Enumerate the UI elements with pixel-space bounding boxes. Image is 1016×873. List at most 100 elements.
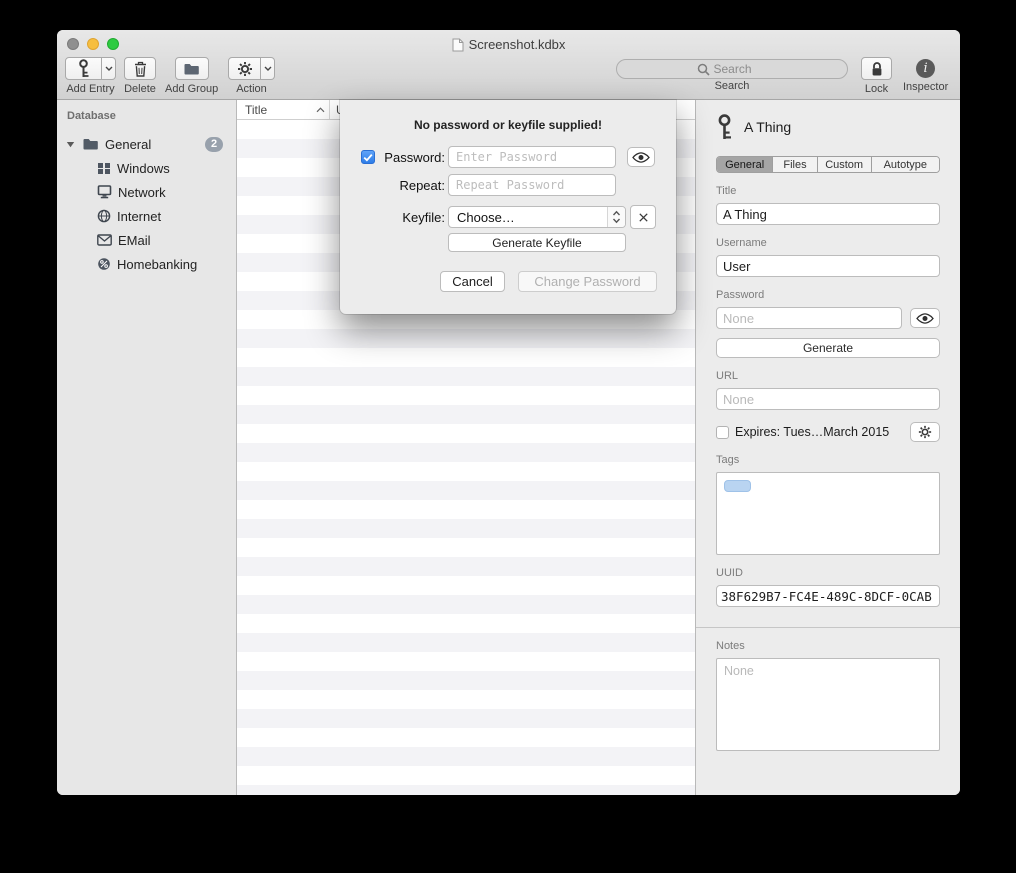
keyfile-label: Keyfile: [340, 210, 445, 225]
envelope-icon [97, 234, 112, 246]
globe-icon [97, 209, 111, 223]
keyfile-value: Choose… [457, 210, 515, 225]
reveal-password-button[interactable] [910, 308, 940, 328]
expires-label: Expires: Tues…March 2015 [735, 425, 889, 439]
lock-icon [870, 61, 884, 77]
inspector-label: Inspector [903, 81, 948, 93]
gear-icon [918, 425, 932, 439]
add-entry-button[interactable] [65, 57, 102, 80]
window-title: Screenshot.kdbx [469, 37, 566, 52]
keyfile-select[interactable]: Choose… [448, 206, 626, 228]
password-label: Password [716, 289, 940, 302]
delete-label: Delete [124, 83, 156, 95]
inspector-tabs: General Files Custom Autotype [716, 156, 940, 173]
windows-icon [97, 162, 111, 175]
delete-button[interactable] [124, 57, 156, 80]
password-label: Password: [340, 150, 445, 165]
expires-settings-button[interactable] [910, 422, 940, 442]
username-field[interactable] [716, 255, 940, 277]
sort-ascending-icon [316, 107, 325, 113]
generate-keyfile-button[interactable]: Generate Keyfile [448, 233, 626, 252]
sidebar-item-label: General [105, 137, 151, 152]
column-header-title[interactable]: Title [237, 100, 330, 119]
url-field[interactable] [716, 388, 940, 410]
repeat-label: Repeat: [340, 178, 445, 193]
sidebar-item-network[interactable]: Network [57, 180, 236, 204]
action-button[interactable] [228, 57, 261, 80]
password-input[interactable] [448, 146, 616, 168]
sidebar: Database General 2 Windows Network Inter… [57, 100, 237, 795]
change-password-dialog: No password or keyfile supplied! Passwor… [340, 100, 676, 314]
title-field[interactable] [716, 203, 940, 225]
inspector-entry-header: A Thing [716, 112, 940, 142]
sidebar-section-header: Database [57, 106, 236, 132]
inspector-panel: A Thing General Files Custom Autotype Ti… [695, 100, 960, 795]
tab-general[interactable]: General [717, 157, 772, 172]
search-input[interactable] [714, 62, 768, 76]
keyfile-clear-button[interactable] [630, 205, 656, 229]
toolbar-inspector-group: i Inspector [903, 57, 948, 93]
change-password-button[interactable]: Change Password [518, 271, 657, 292]
column-label: Title [245, 103, 267, 117]
window-chrome: Screenshot.kdbx Add Entry Delete [57, 30, 960, 100]
lock-label: Lock [865, 83, 888, 95]
entry-title: A Thing [744, 119, 791, 135]
search-label: Search [715, 80, 750, 92]
notes-label: Notes [716, 640, 940, 653]
toolbar-action-group: Action [228, 57, 275, 95]
action-dropdown-button[interactable] [261, 57, 275, 80]
percent-coin-icon [97, 257, 111, 271]
sidebar-item-general[interactable]: General 2 [57, 132, 236, 156]
notes-field[interactable]: None [716, 658, 940, 751]
tags-label: Tags [716, 454, 940, 467]
inspector-toggle-button[interactable]: i [916, 59, 935, 78]
cancel-button[interactable]: Cancel [440, 271, 505, 292]
search-field[interactable] [616, 59, 848, 79]
network-icon [97, 185, 112, 199]
sidebar-item-label: Network [118, 185, 166, 200]
app-window: Screenshot.kdbx Add Entry Delete [57, 30, 960, 795]
add-group-button[interactable] [175, 57, 209, 80]
sidebar-item-label: Internet [117, 209, 161, 224]
tags-field[interactable] [716, 472, 940, 555]
chevron-down-icon [105, 66, 113, 71]
uuid-label: UUID [716, 567, 940, 580]
entry-count-badge: 2 [205, 137, 223, 152]
sidebar-item-homebanking[interactable]: Homebanking [57, 252, 236, 276]
title-label: Title [716, 185, 940, 198]
sidebar-item-label: Windows [117, 161, 170, 176]
search-icon [697, 63, 710, 76]
sidebar-item-email[interactable]: EMail [57, 228, 236, 252]
close-icon [638, 212, 649, 223]
dialog-message: No password or keyfile supplied! [340, 118, 676, 132]
expires-row: Expires: Tues…March 2015 [716, 422, 940, 442]
expires-checkbox[interactable] [716, 426, 729, 439]
add-group-label: Add Group [165, 83, 218, 95]
tab-custom[interactable]: Custom [817, 157, 871, 172]
tab-autotype[interactable]: Autotype [871, 157, 939, 172]
toolbar-lock-group: Lock [861, 57, 892, 95]
tag-pill[interactable] [724, 480, 751, 492]
toolbar-delete-group: Delete [124, 57, 156, 95]
reveal-password-button[interactable] [627, 147, 655, 167]
sidebar-item-label: Homebanking [117, 257, 197, 272]
disclosure-triangle-icon[interactable] [64, 141, 76, 148]
folder-icon [82, 137, 99, 151]
add-entry-dropdown-button[interactable] [102, 57, 116, 80]
action-label: Action [236, 83, 267, 95]
generate-password-button[interactable]: Generate [716, 338, 940, 358]
document-icon [452, 38, 464, 52]
tab-files[interactable]: Files [772, 157, 816, 172]
notes-placeholder: None [724, 664, 754, 678]
divider [696, 627, 960, 628]
eye-icon [632, 152, 650, 163]
repeat-password-input[interactable] [448, 174, 616, 196]
folder-icon [183, 62, 200, 76]
sidebar-item-windows[interactable]: Windows [57, 156, 236, 180]
password-field[interactable] [716, 307, 902, 329]
sidebar-item-internet[interactable]: Internet [57, 204, 236, 228]
key-icon [77, 59, 90, 78]
lock-button[interactable] [861, 57, 892, 80]
chevron-down-icon [264, 66, 272, 71]
uuid-field[interactable] [716, 585, 940, 607]
